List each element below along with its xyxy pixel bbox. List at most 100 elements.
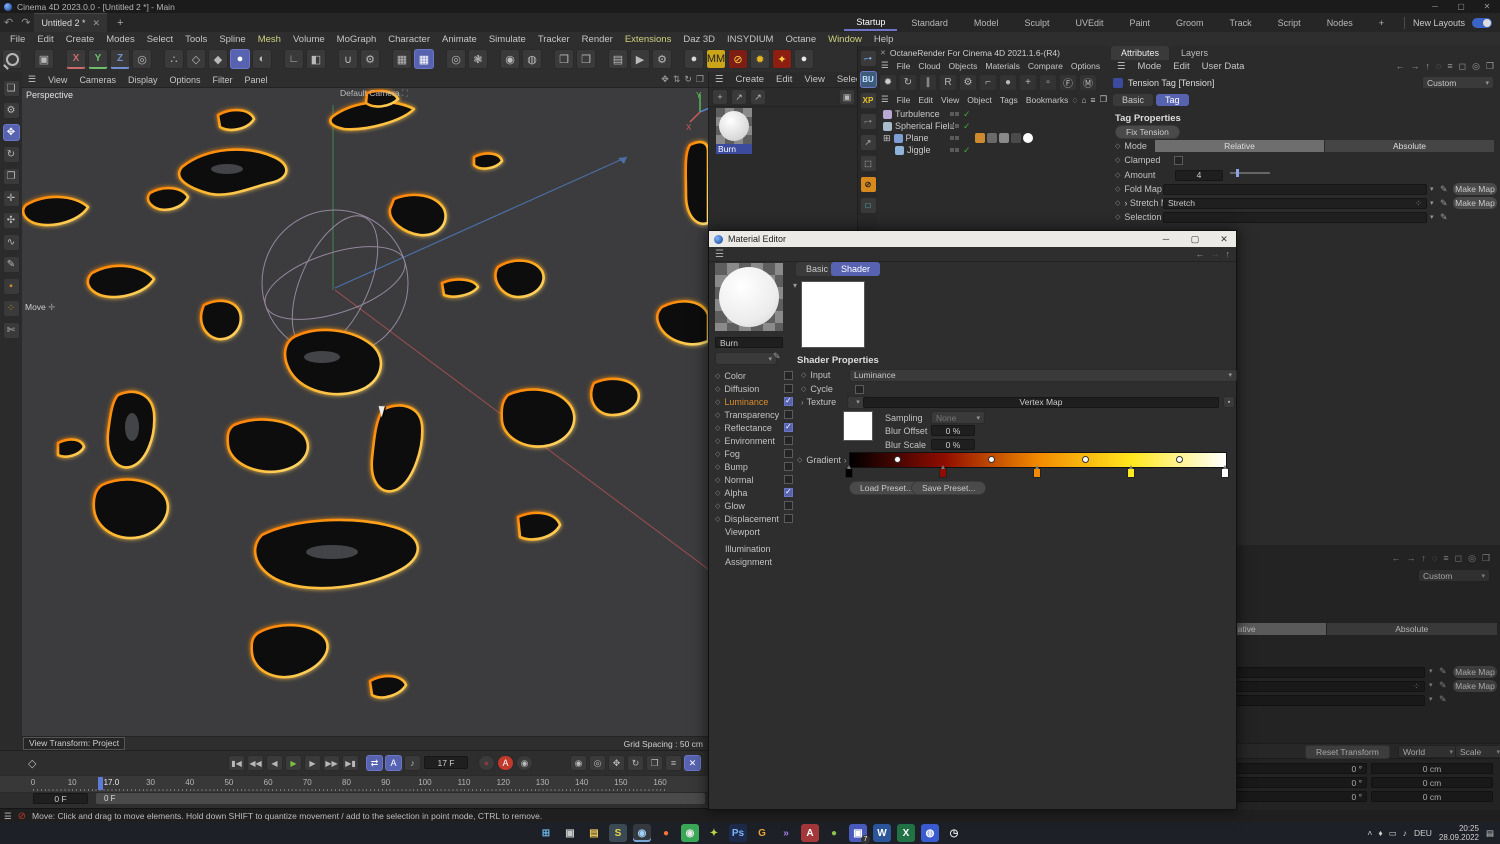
rec-position-icon[interactable]: ✥ — [608, 755, 625, 771]
clock-app-icon[interactable]: ◷ — [945, 824, 963, 842]
channel-normal[interactable]: ◇ Normal — [715, 473, 793, 486]
octane-lt-icon[interactable]: ⌐• — [859, 50, 877, 67]
rotate-icon[interactable]: ↻ — [2, 146, 20, 163]
object-row-spherical-field[interactable]: Spherical Field ✓ — [877, 120, 1107, 132]
me-collapse-icon[interactable]: ▾ — [793, 281, 797, 290]
subtab-tag[interactable]: Tag — [1156, 93, 1189, 106]
attr-up-icon[interactable]: ↑ — [1425, 61, 1430, 72]
lock-icon[interactable]: ⌐ — [979, 74, 997, 91]
gradient-bias-dot[interactable] — [894, 456, 901, 463]
play-icon[interactable]: ▶ — [285, 755, 302, 771]
tag-icon[interactable] — [999, 133, 1009, 143]
object-name[interactable]: Turbulence — [895, 109, 940, 119]
menu-user-data[interactable]: User Data — [1196, 61, 1251, 72]
amount-slider[interactable] — [1230, 169, 1270, 177]
autokey-icon[interactable]: A — [497, 755, 514, 771]
attr-bottom-edit-3[interactable]: ✎ — [1439, 694, 1447, 705]
axis-mode-icon[interactable]: ∟ — [284, 49, 304, 69]
channel-color[interactable]: ◇ Color — [715, 369, 793, 382]
taskbar-clock[interactable]: 20:25 28.09.2022 — [1439, 824, 1479, 842]
notification-icon[interactable]: ▤ — [1486, 828, 1494, 839]
sound-icon[interactable]: ♪ — [404, 755, 421, 771]
menu-filter[interactable]: Filter — [207, 75, 239, 85]
magnet-settings-icon[interactable]: ⚙ — [360, 49, 380, 69]
save-preset-button[interactable]: Save Preset... — [911, 481, 987, 495]
menu-window[interactable]: Window — [822, 34, 868, 45]
menu-file[interactable]: File — [893, 61, 915, 71]
attr-preset-dropdown[interactable]: Custom ▾ — [1422, 76, 1494, 89]
mode-relative-button[interactable]: Relative — [1155, 140, 1324, 152]
menu-compare[interactable]: Compare — [1024, 61, 1067, 71]
me-hamburger-icon[interactable]: ☰ — [715, 249, 724, 260]
menu-volume[interactable]: Volume — [287, 34, 331, 45]
menu-panel[interactable]: Panel — [239, 75, 274, 85]
octane-plugin-icon[interactable]: ✹ — [750, 49, 770, 69]
enabled-check-icon[interactable]: ✓ — [963, 109, 971, 120]
fix-tension-button[interactable]: Fix Tension — [1115, 125, 1180, 139]
menu-cloud[interactable]: Cloud — [914, 61, 944, 71]
mic-icon[interactable]: ♦ — [1378, 828, 1382, 838]
channel-environment[interactable]: ◇ Environment — [715, 434, 793, 447]
polygons-mode-icon[interactable]: ◆ — [208, 49, 228, 69]
excel-icon[interactable]: X — [897, 824, 915, 842]
live-selection-icon[interactable]: ❏ — [2, 80, 20, 97]
enabled-check-icon[interactable]: ✓ — [963, 121, 971, 132]
attr-bottom-preset-dropdown[interactable]: Custom ▾ — [1418, 569, 1490, 582]
loop-icon[interactable]: ⇄ — [366, 755, 383, 771]
viewport-projection-label[interactable]: Perspective — [26, 90, 73, 100]
menu-help[interactable]: Help — [868, 34, 900, 45]
new-tab-button[interactable]: + — [117, 17, 123, 29]
axis-tool-icon[interactable]: ✛ — [2, 190, 20, 207]
mm-trash-icon[interactable]: ▣ — [839, 89, 855, 105]
quantize-icon[interactable]: A — [385, 755, 402, 771]
om-hamburger-icon[interactable]: ☰ — [877, 94, 893, 105]
subtab-basic[interactable]: Basic — [1113, 93, 1154, 106]
layout-tab-uvedit[interactable]: UVEdit — [1063, 16, 1115, 30]
blur-scale-field[interactable]: 0 % — [931, 439, 975, 450]
preview-range-bar[interactable]: 0 F — [96, 793, 705, 804]
next-key-icon[interactable]: ▶▶ — [323, 755, 340, 771]
texture-thumb[interactable] — [843, 411, 873, 441]
layout-tab--[interactable]: + — [1367, 16, 1396, 30]
bu-plugin-icon[interactable]: BU — [859, 71, 877, 88]
attr-bottom-edit-1[interactable]: ✎ — [1439, 666, 1447, 677]
octane-hamburger-icon[interactable]: ☰ — [877, 60, 893, 71]
me-preview-dropdown[interactable]: ▾ — [715, 352, 777, 365]
channel-checkbox[interactable] — [784, 384, 793, 393]
axis-y-icon[interactable]: Y — [88, 49, 108, 69]
channel-checkbox[interactable] — [784, 422, 793, 432]
home-icon[interactable]: ⌂ — [1081, 95, 1086, 105]
pin-f-icon[interactable]: Ⓕ — [1059, 74, 1077, 91]
goto-start-icon[interactable]: ▮◀ — [228, 755, 245, 771]
xparticles-icon[interactable]: XP — [859, 92, 877, 109]
gradient-bias-dot[interactable] — [1176, 456, 1183, 463]
menu-file[interactable]: File — [893, 95, 915, 105]
channel-fog[interactable]: ◇ Fog — [715, 447, 793, 460]
me-tab-shader[interactable]: Shader — [831, 262, 881, 276]
scale-dropdown[interactable]: Scale ▾ — [1455, 745, 1500, 758]
photoshop-icon[interactable]: Ps — [729, 824, 747, 842]
file-explorer-icon[interactable]: ▤ — [585, 824, 603, 842]
magnet-icon[interactable]: ∪ — [338, 49, 358, 69]
attr-bottom-dd-3[interactable]: ▾ — [1429, 695, 1433, 703]
texture-field[interactable]: Vertex Map — [863, 396, 1219, 408]
restart-icon[interactable]: R — [939, 74, 957, 91]
menu-options[interactable]: Options — [163, 75, 206, 85]
add-material-icon[interactable]: + — [712, 89, 728, 105]
fold-make-map-button[interactable]: Make Map — [1453, 183, 1497, 195]
annotate-icon[interactable]: ◍ — [522, 49, 542, 69]
attr-forward-icon[interactable]: → — [1410, 61, 1419, 72]
rec-off-icon[interactable]: ✕ — [684, 755, 701, 771]
filter-icon[interactable]: ≡ — [1091, 95, 1096, 105]
world-dropdown[interactable]: World ▾ — [1398, 745, 1458, 758]
dolly-icon[interactable]: ⇅ — [673, 74, 681, 85]
next-frame-icon[interactable]: ▶ — [304, 755, 321, 771]
object-row-turbulence[interactable]: Turbulence ✓ — [877, 108, 1107, 120]
me-close-button[interactable]: ✕ — [1212, 234, 1236, 245]
load-up-icon[interactable]: ↗ — [731, 89, 747, 105]
last-tool-icon[interactable]: ▣ — [34, 49, 54, 69]
tab-layers[interactable]: Layers — [1171, 46, 1218, 60]
menu-edit[interactable]: Edit — [31, 34, 59, 45]
stretch-map-edit-icon[interactable]: ✎ — [1440, 198, 1448, 209]
attr-search-icon[interactable]: ◌ — [1436, 61, 1441, 72]
